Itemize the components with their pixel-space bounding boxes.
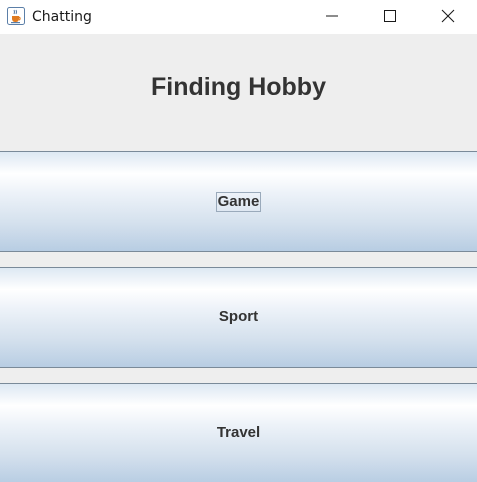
minimize-button[interactable] <box>309 0 355 32</box>
window-title: Chatting <box>32 9 92 25</box>
game-button-label: Game <box>215 192 262 212</box>
title-bar[interactable]: Chatting <box>0 0 477 34</box>
travel-button[interactable]: Travel <box>0 383 477 482</box>
game-button[interactable]: Game <box>0 151 477 252</box>
maximize-icon <box>384 10 396 22</box>
content-panel: Finding Hobby Game Sport Travel <box>0 34 477 482</box>
travel-button-label: Travel <box>216 424 261 441</box>
app-window: Chatting Finding Hobby Game Sport Travel <box>0 0 477 482</box>
close-button[interactable] <box>425 0 471 32</box>
sport-button[interactable]: Sport <box>0 267 477 368</box>
minimize-icon <box>326 15 338 17</box>
page-title: Finding Hobby <box>151 73 326 101</box>
close-icon <box>441 9 455 23</box>
maximize-button[interactable] <box>367 0 413 32</box>
java-cup-icon <box>7 7 25 25</box>
sport-button-label: Sport <box>218 308 259 325</box>
